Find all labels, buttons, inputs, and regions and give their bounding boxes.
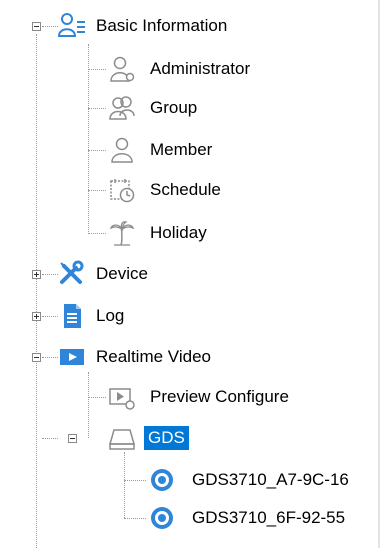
tree-connector <box>42 316 58 317</box>
tree-item-device[interactable]: Device <box>58 259 152 289</box>
tree-item-label: GDS3710_A7-9C-16 <box>192 470 349 489</box>
tree-item-label: Device <box>96 264 148 283</box>
tree-item-label: GDS <box>144 426 189 450</box>
tree-item-preview-configure[interactable]: Preview Configure <box>108 382 293 412</box>
tree-line-video-children <box>88 372 89 438</box>
tree-item-label: Group <box>150 98 198 117</box>
collapse-toggle-basic-information[interactable] <box>32 22 41 31</box>
navigation-tree: Basic Information Administrator Group Me… <box>0 0 380 548</box>
collapse-toggle-realtime-video[interactable] <box>32 353 41 362</box>
video-settings-icon <box>108 383 136 411</box>
tree-connector <box>88 150 106 151</box>
tree-item-label: Member <box>150 140 213 159</box>
users-list-icon <box>58 12 86 40</box>
tree-line-basic-children <box>88 44 89 234</box>
palm-tree-icon <box>108 219 136 247</box>
tree-item-label: Log <box>96 306 125 325</box>
tree-connector <box>42 26 58 27</box>
tree-item-log[interactable]: Log <box>58 301 128 331</box>
tree-connector <box>88 397 106 398</box>
camera-icon <box>148 504 176 532</box>
member-icon <box>108 136 136 164</box>
expand-toggle-device[interactable] <box>32 270 41 279</box>
tree-item-schedule[interactable]: Schedule <box>108 175 225 205</box>
tree-connector <box>42 274 58 275</box>
tree-connector <box>88 69 106 70</box>
tree-item-basic-information[interactable]: Basic Information <box>58 11 231 41</box>
expand-toggle-log[interactable] <box>32 312 41 321</box>
tree-connector <box>124 480 146 481</box>
tree-item-group[interactable]: Group <box>108 93 201 123</box>
tree-connector <box>88 233 106 234</box>
tree-connector <box>42 438 58 439</box>
tree-item-label: Holiday <box>150 223 207 242</box>
tree-item-label: Realtime Video <box>96 347 211 366</box>
admin-user-icon <box>108 55 136 83</box>
tree-line-gds-children <box>124 452 125 518</box>
document-icon <box>58 302 86 330</box>
tree-connector <box>42 357 58 358</box>
tree-line-root <box>36 34 37 548</box>
tree-connector <box>88 108 106 109</box>
tree-item-administrator[interactable]: Administrator <box>108 54 254 84</box>
tree-item-gds[interactable]: GDS <box>108 423 189 453</box>
tree-item-label: Schedule <box>150 180 221 199</box>
tools-icon <box>58 260 86 288</box>
calendar-clock-icon <box>108 176 136 204</box>
tree-item-label: Preview Configure <box>150 387 289 406</box>
tree-item-camera-1[interactable]: GDS3710_A7-9C-16 <box>148 465 353 495</box>
tree-connector <box>124 518 146 519</box>
tree-item-camera-2[interactable]: GDS3710_6F-92-55 <box>148 503 349 533</box>
tree-item-realtime-video[interactable]: Realtime Video <box>58 342 215 372</box>
play-icon <box>58 343 86 371</box>
camera-icon <box>148 466 176 494</box>
tree-item-member[interactable]: Member <box>108 135 216 165</box>
group-icon <box>108 94 136 122</box>
tree-item-label: Basic Information <box>96 16 228 35</box>
collapse-toggle-gds[interactable] <box>68 434 77 443</box>
device-tray-icon <box>108 424 136 452</box>
tree-item-label: GDS3710_6F-92-55 <box>192 508 346 527</box>
tree-item-holiday[interactable]: Holiday <box>108 218 211 248</box>
tree-connector <box>88 190 106 191</box>
tree-item-label: Administrator <box>150 59 251 78</box>
